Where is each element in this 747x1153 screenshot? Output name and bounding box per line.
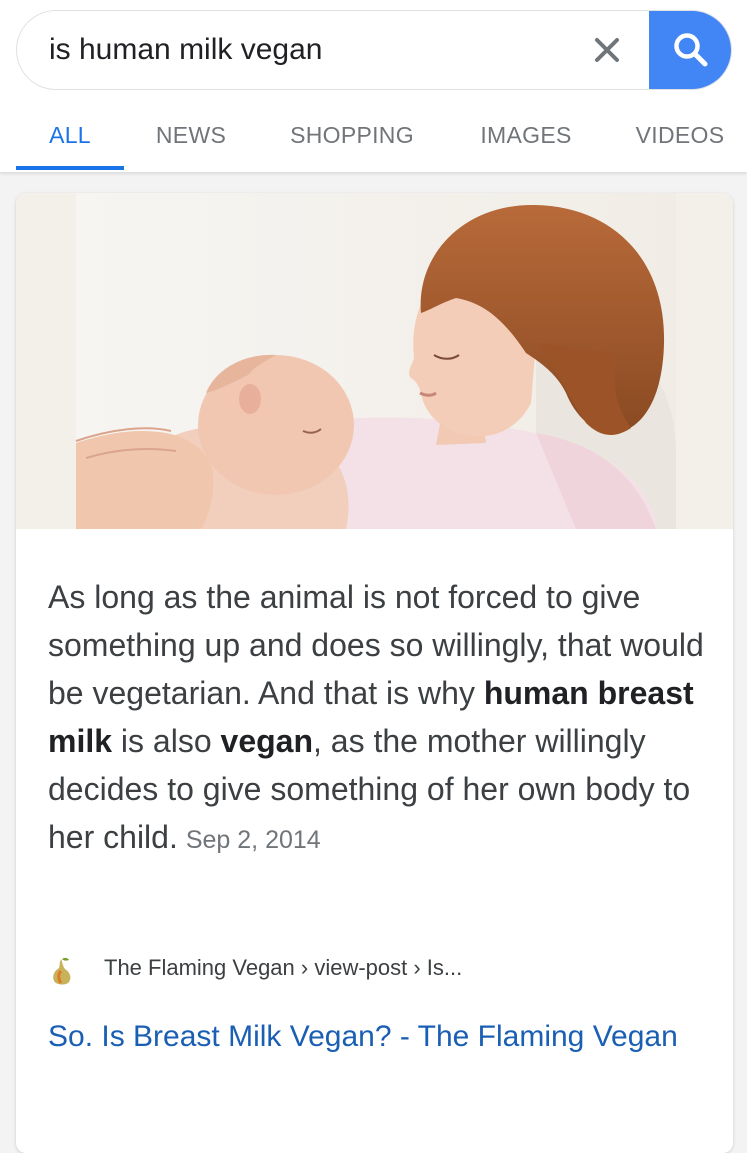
search-button[interactable] (649, 11, 731, 89)
search-header: ALL NEWS SHOPPING IMAGES VIDEOS (0, 0, 747, 172)
active-tab-indicator (16, 166, 124, 170)
pear-icon (53, 957, 71, 985)
search-tabs: ALL NEWS SHOPPING IMAGES VIDEOS (0, 100, 747, 172)
search-icon (673, 33, 707, 67)
result-source[interactable]: The Flaming Vegan › view-post › Is... (46, 953, 706, 985)
search-box (16, 10, 732, 90)
mother-and-baby-photo (16, 193, 733, 529)
snippet-highlight: vegan (220, 723, 313, 759)
result-title-link[interactable]: So. Is Breast Milk Vegan? - The Flaming … (48, 1016, 688, 1057)
tab-news[interactable]: NEWS (140, 100, 242, 172)
tab-images[interactable]: IMAGES (466, 100, 586, 172)
close-icon (595, 38, 619, 62)
tab-all[interactable]: ALL (16, 100, 124, 172)
tab-shopping[interactable]: SHOPPING (270, 100, 434, 172)
clear-search-button[interactable] (587, 30, 627, 70)
source-breadcrumb: The Flaming Vegan › view-post › Is... (104, 955, 463, 980)
featured-snippet-card: As long as the animal is not forced to g… (16, 193, 733, 1153)
snippet-text-part: is also (112, 723, 221, 759)
snippet-date: Sep 2, 2014 (185, 826, 321, 854)
search-input[interactable] (49, 11, 569, 89)
snippet-image[interactable] (16, 193, 733, 529)
snippet-text: As long as the animal is not forced to g… (48, 573, 708, 864)
tab-videos[interactable]: VIDEOS (620, 100, 740, 172)
